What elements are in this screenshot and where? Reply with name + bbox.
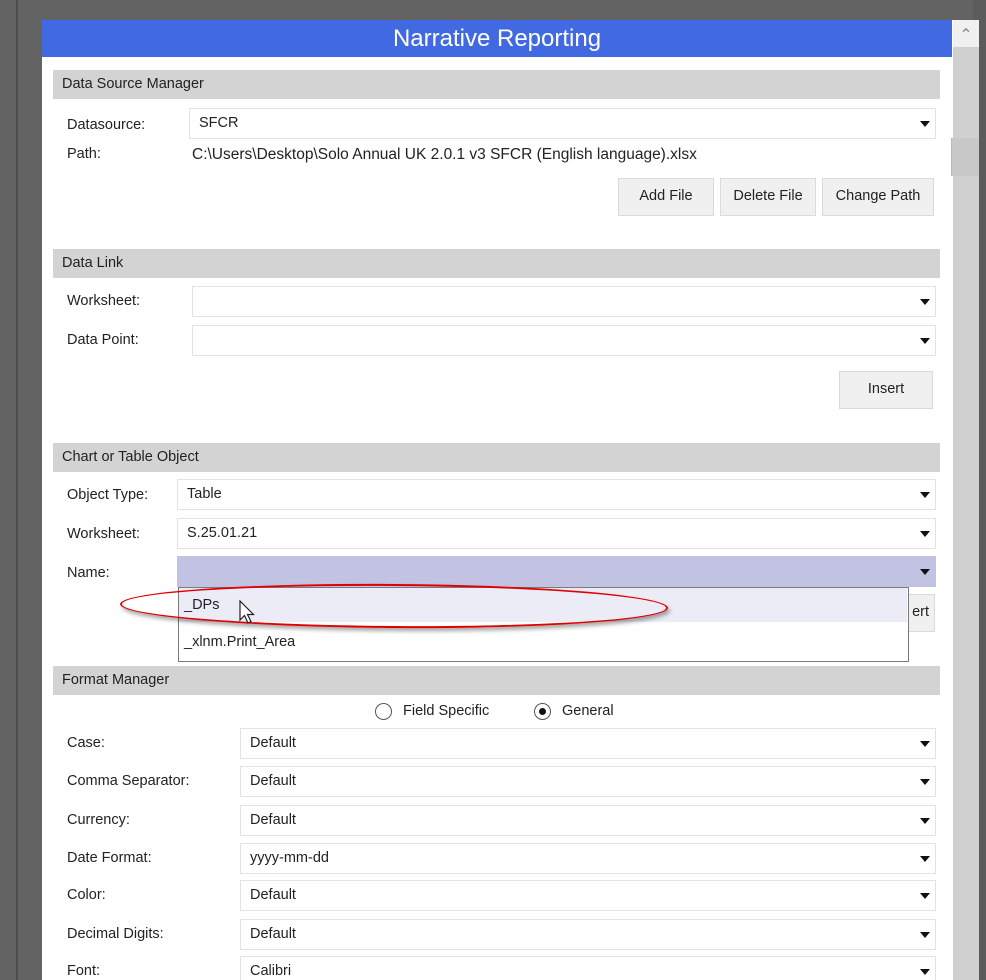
chevron-down-icon	[920, 932, 930, 938]
radio-general-label: General	[562, 703, 614, 719]
chevron-down-icon	[920, 531, 930, 537]
delete-file-button[interactable]: Delete File	[720, 178, 816, 216]
object-worksheet-label: Worksheet:	[67, 526, 141, 542]
chevron-down-icon	[920, 856, 930, 862]
add-file-button[interactable]: Add File	[618, 178, 714, 216]
section-data-source-manager: Data Source Manager	[53, 70, 940, 99]
chevron-down-icon	[920, 893, 930, 899]
font-label: Font:	[67, 963, 101, 979]
comma-separator-select[interactable]: Default	[240, 766, 936, 797]
color-select[interactable]: Default	[240, 880, 936, 911]
font-select[interactable]: Calibri	[240, 956, 936, 980]
mouse-cursor-icon	[239, 600, 255, 624]
object-type-value: Table	[187, 486, 222, 502]
comma-separator-label: Comma Separator:	[67, 773, 190, 789]
scroll-up-arrow-icon[interactable]: ⌃	[953, 20, 979, 47]
chevron-down-icon	[920, 492, 930, 498]
decimal-digits-value: Default	[250, 926, 296, 942]
currency-select[interactable]: Default	[240, 805, 936, 836]
change-path-button[interactable]: Change Path	[822, 178, 934, 216]
color-value: Default	[250, 887, 296, 903]
object-type-select[interactable]: Table	[177, 479, 936, 510]
datasource-select[interactable]: SFCR	[189, 108, 936, 139]
path-value: C:\Users\Desktop\Solo Annual UK 2.0.1 v3…	[192, 146, 697, 163]
chevron-down-icon	[920, 569, 930, 575]
currency-value: Default	[250, 812, 296, 828]
object-type-label: Object Type:	[67, 487, 149, 503]
chevron-down-icon	[920, 299, 930, 305]
name-select[interactable]	[177, 556, 936, 587]
data-point-select[interactable]	[192, 325, 936, 356]
vertical-scrollbar[interactable]: ⌃	[951, 20, 979, 980]
data-point-label: Data Point:	[67, 332, 139, 348]
radio-field-specific[interactable]	[375, 703, 392, 720]
decimal-digits-select[interactable]: Default	[240, 919, 936, 950]
task-pane: Narrative Reporting Data Source Manager …	[42, 20, 954, 980]
datasource-label: Datasource:	[67, 117, 146, 133]
path-label: Path:	[67, 146, 101, 162]
name-label: Name:	[67, 565, 110, 581]
date-format-value: yyyy-mm-dd	[250, 850, 329, 866]
date-format-select[interactable]: yyyy-mm-dd	[240, 843, 936, 874]
chevron-down-icon	[920, 338, 930, 344]
currency-label: Currency:	[67, 812, 130, 828]
case-value: Default	[250, 735, 296, 751]
scrollbar-thumb[interactable]	[951, 138, 979, 176]
chevron-down-icon	[920, 969, 930, 975]
color-label: Color:	[67, 887, 106, 903]
font-value: Calibri	[250, 963, 292, 979]
chevron-down-icon	[920, 779, 930, 785]
window-edge	[16, 0, 18, 980]
data-link-insert-button[interactable]: Insert	[839, 371, 933, 409]
chevron-down-icon	[920, 121, 930, 127]
case-select[interactable]: Default	[240, 728, 936, 759]
chevron-down-icon	[920, 818, 930, 824]
pane-title: Narrative Reporting	[42, 20, 952, 57]
datasource-value: SFCR	[199, 115, 239, 131]
object-worksheet-select[interactable]: S.25.01.21	[177, 518, 936, 549]
data-link-worksheet-label: Worksheet:	[67, 293, 141, 309]
date-format-label: Date Format:	[67, 850, 152, 866]
chevron-down-icon	[920, 741, 930, 747]
section-chart-table-object: Chart or Table Object	[53, 443, 940, 472]
comma-separator-value: Default	[250, 773, 296, 789]
radio-general[interactable]	[534, 703, 551, 720]
name-option-print-area[interactable]: _xlnm.Print_Area	[179, 625, 907, 659]
object-worksheet-value: S.25.01.21	[187, 525, 258, 541]
data-link-worksheet-select[interactable]	[192, 286, 936, 317]
decimal-digits-label: Decimal Digits:	[67, 926, 164, 942]
case-label: Case:	[67, 735, 105, 751]
section-format-manager: Format Manager	[53, 666, 940, 695]
radio-field-specific-label: Field Specific	[403, 703, 490, 719]
section-data-link: Data Link	[53, 249, 940, 278]
